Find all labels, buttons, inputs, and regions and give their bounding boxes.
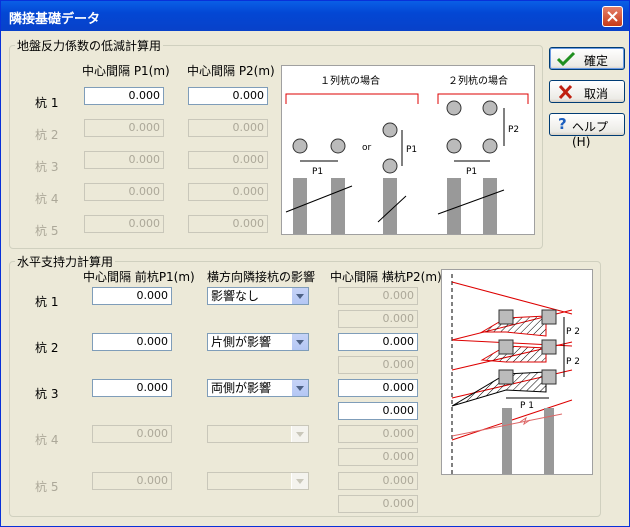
p2-label: P2 bbox=[508, 125, 519, 135]
p1-label-c: P1 bbox=[466, 167, 477, 177]
horizontal-p1-input[interactable]: 0.000 bbox=[92, 379, 172, 397]
help-button[interactable]: ? ヘルプ(H) bbox=[549, 113, 625, 149]
effect-select[interactable]: 両側が影響 bbox=[207, 379, 309, 397]
subgrade-row-label: 杭 5 bbox=[35, 224, 59, 238]
subgrade-p2-input[interactable]: 0.000 bbox=[188, 215, 268, 233]
horizontal-row-label: 杭 3 bbox=[35, 387, 59, 401]
horizontal-p2-input[interactable]: 0.000 bbox=[338, 472, 418, 490]
p1-label: P 1 bbox=[520, 401, 534, 411]
subgrade-p1-input[interactable]: 0.000 bbox=[84, 87, 164, 105]
horizontal-effect-header: 横方向隣接杭の影響 bbox=[207, 270, 316, 284]
pile-layout-illustration: １列杭の場合 ２列杭の場合 or P1 P1 P2 P1 bbox=[285, 74, 529, 234]
horizontal-p2-input[interactable]: 0.000 bbox=[338, 356, 418, 374]
subgrade-row-label: 杭 1 bbox=[35, 96, 59, 110]
horizontal-p2-input[interactable]: 0.000 bbox=[338, 287, 418, 305]
subgrade-legend: 地盤反力係数の低減計算用 bbox=[17, 39, 162, 53]
chevron-down-icon[interactable] bbox=[291, 334, 308, 350]
subgrade-p2-input[interactable]: 0.000 bbox=[188, 119, 268, 137]
effect-select[interactable]: 影響なし bbox=[207, 287, 309, 305]
horizontal-p1-input[interactable]: 0.000 bbox=[92, 425, 172, 443]
horizontal-p1-input[interactable]: 0.000 bbox=[92, 472, 172, 490]
horizontal-p2-input[interactable]: 0.000 bbox=[338, 333, 418, 351]
horizontal-row-label: 杭 1 bbox=[35, 295, 59, 309]
horizontal-p2-input[interactable]: 0.000 bbox=[338, 402, 418, 420]
dialog-window: 隣接基礎データ 確定 取消 ? ヘルプ(H) 地盤反力係数の低減計算用 中心間隔… bbox=[0, 0, 630, 527]
subgrade-p1-input[interactable]: 0.000 bbox=[84, 151, 164, 169]
effect-select[interactable] bbox=[207, 472, 309, 490]
close-icon bbox=[607, 11, 618, 22]
cancel-label: 取消 bbox=[584, 87, 609, 101]
chevron-down-icon[interactable] bbox=[291, 426, 308, 442]
case2-label: ２列杭の場合 bbox=[448, 74, 508, 87]
subgrade-p2-input[interactable]: 0.000 bbox=[188, 87, 268, 105]
subgrade-diagram: １列杭の場合 ２列杭の場合 or P1 P1 P2 P1 bbox=[281, 65, 535, 235]
window-title: 隣接基礎データ bbox=[9, 12, 101, 27]
ok-label: 確定 bbox=[584, 54, 609, 68]
horizontal-p2-input[interactable]: 0.000 bbox=[338, 495, 418, 513]
p1-label-b: P1 bbox=[406, 145, 417, 155]
subgrade-row-label: 杭 4 bbox=[35, 192, 59, 206]
title-bar: 隣接基礎データ bbox=[1, 1, 629, 31]
subgrade-row-label: 杭 2 bbox=[35, 128, 59, 142]
horizontal-row-label: 杭 2 bbox=[35, 341, 59, 355]
horizontal-row-label: 杭 4 bbox=[35, 433, 59, 447]
effect-select-value: 影響なし bbox=[211, 289, 260, 303]
subgrade-p1-input[interactable]: 0.000 bbox=[84, 215, 164, 233]
chevron-down-icon[interactable] bbox=[291, 473, 308, 489]
horizontal-p2-input[interactable]: 0.000 bbox=[338, 310, 418, 328]
horizontal-p1-input[interactable]: 0.000 bbox=[92, 287, 172, 305]
chevron-down-icon[interactable] bbox=[291, 380, 308, 396]
or-label: or bbox=[362, 143, 372, 153]
horizontal-p2-input[interactable]: 0.000 bbox=[338, 448, 418, 466]
subgrade-row-label: 杭 3 bbox=[35, 160, 59, 174]
pile-group-illustration: P 2 P 2 P 1 bbox=[451, 274, 580, 474]
case1-label: １列杭の場合 bbox=[320, 74, 380, 87]
subgrade-p1-header: 中心間隔 P1(m) bbox=[82, 64, 170, 78]
horizontal-diagram: P 2 P 2 P 1 bbox=[441, 269, 593, 475]
effect-select[interactable] bbox=[207, 425, 309, 443]
question-icon: ? bbox=[558, 115, 567, 133]
subgrade-p1-input[interactable]: 0.000 bbox=[84, 119, 164, 137]
p2-label-b: P 2 bbox=[566, 357, 580, 367]
horizontal-p2-input[interactable]: 0.000 bbox=[338, 425, 418, 443]
horizontal-p1-header: 中心間隔 前杭P1(m) bbox=[83, 270, 195, 284]
checkmark-icon bbox=[556, 51, 576, 67]
effect-select-value: 片側が影響 bbox=[211, 335, 272, 349]
close-button[interactable] bbox=[602, 6, 623, 27]
horizontal-p2-input[interactable]: 0.000 bbox=[338, 379, 418, 397]
horizontal-p2-header: 中心間隔 横杭P2(m) bbox=[330, 270, 442, 284]
effect-select[interactable]: 片側が影響 bbox=[207, 333, 309, 351]
help-label: ヘルプ(H) bbox=[572, 120, 609, 149]
subgrade-p2-input[interactable]: 0.000 bbox=[188, 151, 268, 169]
effect-select-value: 両側が影響 bbox=[211, 381, 272, 395]
p2-label-a: P 2 bbox=[566, 327, 580, 337]
horizontal-p1-input[interactable]: 0.000 bbox=[92, 333, 172, 351]
subgrade-p2-header: 中心間隔 P2(m) bbox=[187, 64, 275, 78]
ok-button[interactable]: 確定 bbox=[549, 47, 625, 70]
cancel-button[interactable]: 取消 bbox=[549, 80, 625, 103]
subgrade-p1-input[interactable]: 0.000 bbox=[84, 183, 164, 201]
horizontal-row-label: 杭 5 bbox=[35, 480, 59, 494]
subgrade-p2-input[interactable]: 0.000 bbox=[188, 183, 268, 201]
chevron-down-icon[interactable] bbox=[291, 288, 308, 304]
p1-label-a: P1 bbox=[312, 167, 323, 177]
x-icon bbox=[558, 84, 573, 100]
